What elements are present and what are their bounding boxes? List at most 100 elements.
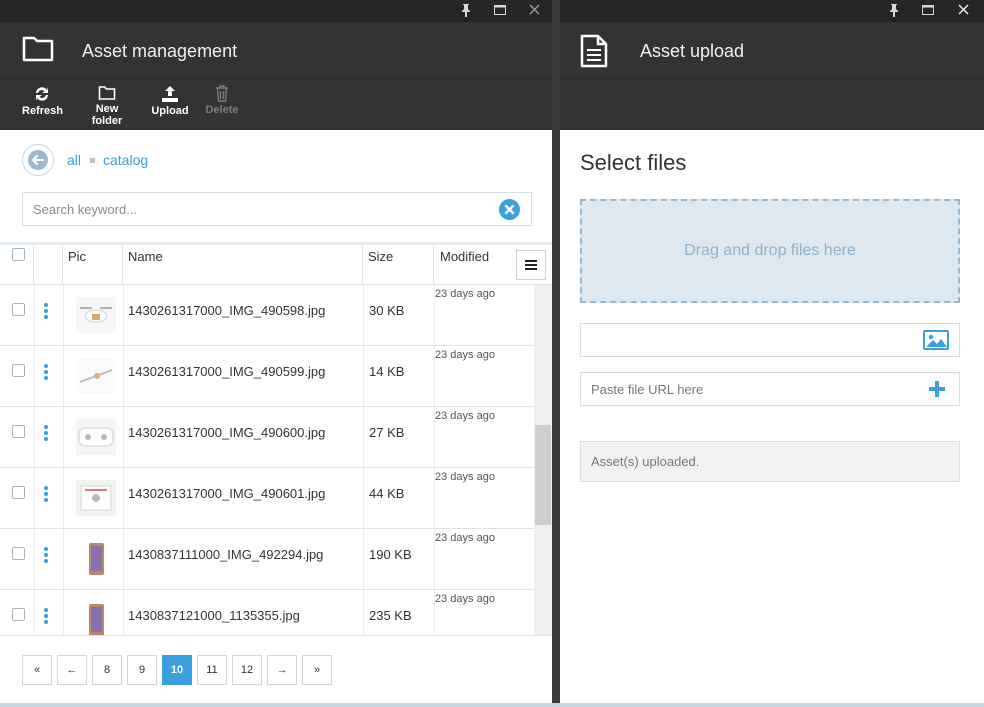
search-input[interactable] [23,193,483,225]
product-sheet-icon[interactable] [76,480,116,516]
table-row[interactable]: 1430261317000_IMG_490598.jpg 30 KB 23 days… [0,285,534,346]
column-modified[interactable]: Modified [434,245,516,285]
asset-upload-panel: Asset upload Select files Drag and drop … [560,0,984,707]
column-name[interactable]: Name [123,245,363,285]
clear-search-button[interactable] [499,199,520,220]
pin-icon[interactable] [458,3,474,19]
row-menu-icon[interactable] [44,486,48,504]
table-row[interactable]: 1430261317000_IMG_490601.jpg 44 KB 23 days… [0,468,534,529]
close-icon[interactable] [955,3,971,19]
add-url-button[interactable] [927,379,947,404]
page-prev-button[interactable]: ← [57,655,87,685]
upload-button[interactable]: Upload [151,85,189,117]
row-menu-icon[interactable] [44,608,48,626]
new-folder-button[interactable]: New folder [80,85,134,127]
column-size[interactable]: Size [363,245,434,285]
scrollbar-thumb[interactable] [535,425,551,525]
row-checkbox[interactable] [12,364,25,377]
close-icon[interactable] [526,3,542,19]
upload-icon [162,86,178,102]
page-last-button[interactable]: » [302,655,332,685]
column-divider [363,285,364,346]
row-checkbox[interactable] [12,608,25,621]
upload-panel-title: Asset upload [640,41,745,61]
back-button[interactable] [22,144,54,176]
delete-button[interactable]: Delete [204,85,240,116]
pin-icon[interactable] [886,3,902,19]
column-divider [34,468,35,529]
table-scrollbar[interactable] [534,285,552,635]
row-checkbox[interactable] [12,425,25,438]
file-name[interactable]: 1430261317000_IMG_490599.jpg [128,364,325,379]
phone-icon[interactable] [76,541,116,577]
close-icon [504,204,515,215]
table-row[interactable]: 1430261317000_IMG_490600.jpg 27 KB 23 days… [0,407,534,468]
page-button[interactable]: 9 [127,655,157,685]
file-modified: 23 days ago [435,288,495,300]
table-row[interactable]: 1430837111000_IMG_492294.jpg 190 KB 23 day… [0,529,534,590]
breadcrumb-catalog[interactable]: catalog [103,152,148,168]
arrow-left-icon [28,150,48,170]
file-name[interactable]: 1430261317000_IMG_490598.jpg [128,303,325,318]
table-header: Pic Name Size Modified [0,245,552,285]
drone-icon[interactable] [76,297,116,333]
row-menu-icon[interactable] [44,364,48,382]
new-folder-icon [98,86,116,100]
asset-management-panel: Asset management Refresh New folder Uplo… [0,0,552,707]
file-size: 14 KB [369,364,405,379]
file-name[interactable]: 1430261317000_IMG_490601.jpg [128,486,325,501]
table-row[interactable]: 1430837121000_1135355.jpg 235 KB 23 days a… [0,590,534,635]
row-menu-icon[interactable] [44,547,48,565]
file-modified: 23 days ago [435,532,495,544]
upload-label: Upload [151,105,189,117]
column-divider [123,590,124,635]
row-menu-icon[interactable] [44,303,48,321]
table-row[interactable]: 1430261317000_IMG_490599.jpg 14 KB 23 days… [0,346,534,407]
refresh-label: Refresh [22,105,63,117]
page-button[interactable]: 11 [197,655,227,685]
page-next-button[interactable]: → [267,655,297,685]
file-name[interactable]: 1430261317000_IMG_490600.jpg [128,425,325,440]
column-pic[interactable]: Pic [63,245,123,285]
refresh-button[interactable]: Refresh [22,85,63,117]
url-input[interactable] [581,373,911,405]
controller-icon[interactable] [76,419,116,455]
page-first-button[interactable]: « [22,655,52,685]
file-modified: 23 days ago [435,593,495,605]
row-checkbox[interactable] [12,547,25,560]
new-folder-label: New folder [91,103,123,127]
column-divider [63,346,64,407]
file-size: 30 KB [369,303,405,318]
row-menu-icon[interactable] [44,425,48,443]
trash-icon [216,85,228,102]
column-divider [34,590,35,635]
upload-status: Asset(s) uploaded. [580,441,960,482]
folder-icon [22,34,54,67]
file-name[interactable]: 1430837111000_IMG_492294.jpg [128,547,323,562]
page-button[interactable]: 8 [92,655,122,685]
column-divider [34,285,35,346]
column-divider [34,346,35,407]
right-header: Asset upload [560,22,984,78]
page-button-current[interactable]: 10 [162,655,192,685]
right-titlebar [560,0,984,22]
page-button[interactable]: 12 [232,655,262,685]
row-checkbox[interactable] [12,303,25,316]
maximize-icon[interactable] [492,3,508,19]
maximize-icon[interactable] [920,3,936,19]
image-icon[interactable] [923,330,949,355]
row-checkbox[interactable] [12,486,25,499]
drop-zone[interactable]: Drag and drop files here [580,199,960,303]
column-divider [123,285,124,346]
column-divider [363,590,364,635]
propeller-icon[interactable] [76,358,116,394]
phone-icon[interactable] [76,602,116,635]
select-all-checkbox[interactable] [12,248,25,261]
upload-form: Select files Drag and drop files here As… [560,130,984,707]
column-divider [363,346,364,407]
breadcrumb-all[interactable]: all [67,152,81,168]
column-menu-button[interactable] [516,250,546,280]
asset-browser: all catalog Pic Name Size Modified [0,130,552,707]
file-picker-field[interactable] [580,323,960,357]
file-name[interactable]: 1430837121000_1135355.jpg [128,608,300,623]
